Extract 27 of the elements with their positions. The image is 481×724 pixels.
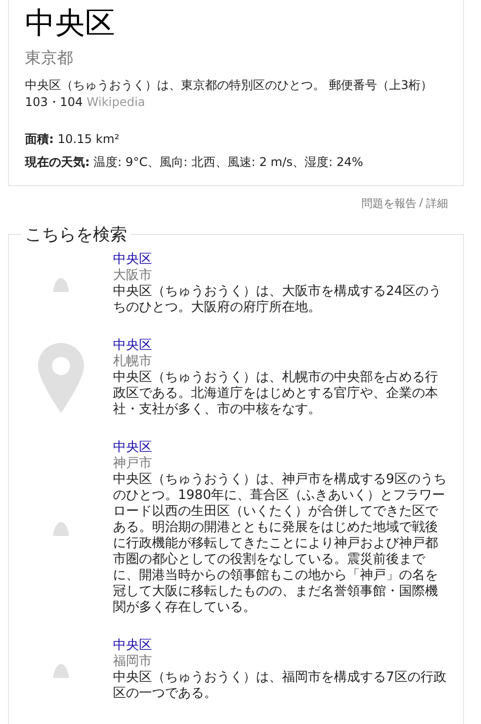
entity-subtitle: 東京都 (25, 48, 74, 69)
result-city: 神戸市 (113, 456, 153, 472)
mound-icon (53, 520, 69, 536)
result-title-link[interactable]: 中央区 (113, 252, 449, 268)
result-description: 中央区（ちゅうおうく）は、神戸市を構成する9区のうちのひとつ。1980年に、葺合区（ふきあいく）とフラワーロード以西の生田区（いくたく）が合併してできた区である。明治期の開港とともに発展をはじめた地域で戦後に行政機能が移転してきたことにより神戸および神戸都市圏の都心としての役割をなしている。震災前後までに、開港当時からの領事館もこの地から「神戸」の名を冠して大阪に移転したものの、まだ名誉領事館・国際機関が多く存在している。 (113, 472, 448, 616)
fact-label: 面積: (25, 132, 54, 146)
mound-icon (53, 662, 69, 678)
result-title-link[interactable]: 中央区 (113, 638, 449, 654)
entity-title: 中央区 (25, 5, 116, 43)
result-city: 大阪市 (113, 268, 153, 284)
mound-icon (53, 276, 69, 292)
link-separator: / (419, 196, 423, 211)
report-link[interactable]: 問題を報告 (361, 196, 416, 211)
result-title-link[interactable]: 中央区 (113, 338, 449, 354)
result-description: 中央区（ちゅうおうく）は、福岡市を構成する7区の行政区の一つである。 (113, 670, 448, 702)
fact-value: 温度: 9°C、風向: 北西、風速: 2 m/s、湿度: 24% (94, 155, 364, 169)
result-description: 中央区（ちゅうおうく）は、札幌市の中央部を占める行政区である。北海道庁をはじめとする官庁や、企業の本社・支社が多く、市の中核をなす。 (113, 370, 439, 418)
fact-label: 現在の天気: (25, 155, 90, 169)
related-heading: こちらを検索 (24, 224, 128, 246)
result-city: 札幌市 (113, 354, 153, 370)
details-link[interactable]: 詳細 (426, 196, 448, 211)
result-city: 福岡市 (113, 654, 153, 670)
result-description: 中央区（ちゅうおうく）は、大阪市を構成する24区のうちのひとつ。大阪府の府庁所在地。 (113, 284, 443, 316)
map-pin-icon (38, 343, 84, 413)
result-title-link[interactable]: 中央区 (113, 440, 449, 456)
fact-value: 10.15 km² (58, 132, 120, 146)
entity-description: 中央区（ちゅうおうく）は、東京都の特別区のひとつ。 郵便番号（上3桁）103・104 Wikipedia (25, 77, 434, 111)
